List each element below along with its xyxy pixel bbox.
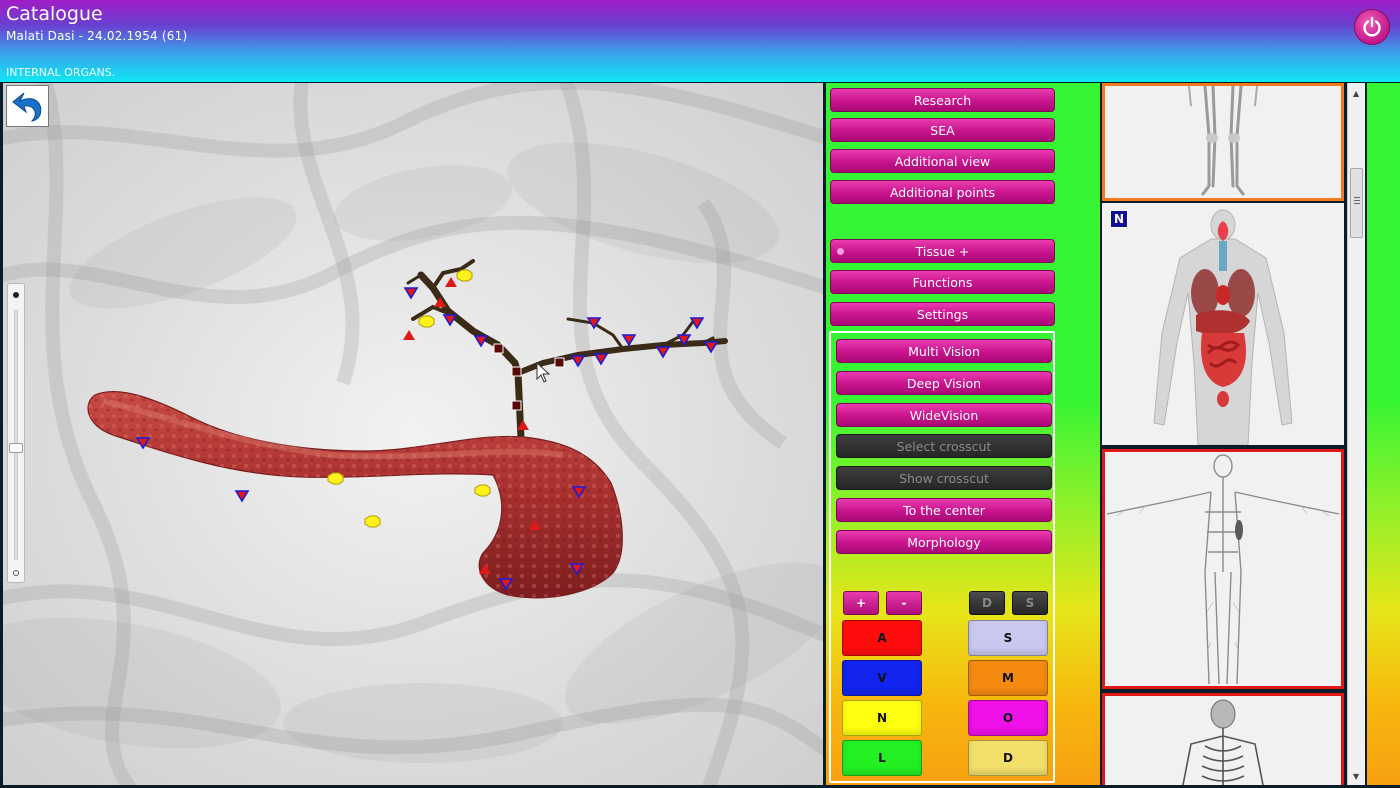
show-crosscut-button[interactable]: Show crosscut [836,466,1052,490]
thumbnail-scrollbar[interactable]: ▲ ▼ [1347,83,1365,785]
color-o-button[interactable]: O [968,700,1048,736]
color-a-button[interactable]: A [842,620,922,656]
undo-button[interactable] [6,85,49,127]
nervous-system-image [1106,454,1340,685]
additional-points-button[interactable]: Additional points [830,180,1055,204]
multi-vision-button[interactable]: Multi Vision [836,339,1052,363]
organ-viewport[interactable] [3,83,823,785]
zoom-slider[interactable] [7,283,25,583]
wide-vision-button[interactable]: WideVision [836,403,1052,427]
morphology-button[interactable]: Morphology [836,530,1052,554]
deep-vision-button[interactable]: Deep Vision [836,371,1052,395]
thumbnail-legs-skeleton[interactable] [1102,83,1344,201]
power-icon [1363,16,1381,37]
scroll-thumb[interactable] [1350,168,1363,238]
to-center-button[interactable]: To the center [836,498,1052,522]
plus-button[interactable]: + [843,591,879,615]
right-gradient-strip [1367,83,1400,785]
scroll-up-arrow-icon[interactable]: ▲ [1353,89,1359,98]
zoom-thumb[interactable] [9,442,23,453]
section-label: INTERNAL ORGANS. [6,66,116,79]
scroll-grip-icon [1354,197,1360,205]
thumbnail-panel: N ▲ ▼ [1100,83,1367,785]
zoom-track [14,310,18,560]
thumbnail-nervous-system[interactable] [1102,449,1344,689]
scroll-down-arrow-icon[interactable]: ▼ [1353,772,1359,781]
s-small-button[interactable]: S [1012,591,1048,615]
duct-tree [406,259,728,442]
tissue-button[interactable]: Tissue + [830,239,1055,263]
tissue-label: Tissue + [915,243,970,259]
sea-button[interactable]: SEA [830,118,1055,142]
additional-view-button[interactable]: Additional view [830,149,1055,173]
thumbnail-upper-skeleton[interactable] [1102,693,1344,785]
hexagon-markers [327,269,491,528]
undo-arrow-icon [11,92,41,122]
color-n-button[interactable]: N [842,700,922,736]
pancreas-model[interactable] [3,83,823,785]
d-small-button[interactable]: D [969,591,1005,615]
color-m-button[interactable]: M [968,660,1048,696]
zoom-out-dot[interactable] [13,570,19,576]
app-header: Catalogue Malati Dasi - 24.02.1954 (61) … [0,0,1400,82]
patient-info: Malati Dasi - 24.02.1954 (61) [6,29,188,43]
tissue-indicator-dot [837,248,844,255]
menu-panel: Research SEA Additional view Additional … [826,83,1100,785]
n-badge: N [1110,210,1128,228]
select-crosscut-button[interactable]: Select crosscut [836,434,1052,458]
color-d-button[interactable]: D [968,740,1048,776]
power-button[interactable] [1354,9,1390,45]
settings-button[interactable]: Settings [830,302,1055,326]
internal-organs-image [1153,209,1293,445]
thumbnail-internal-organs[interactable]: N [1102,203,1344,445]
color-l-button[interactable]: L [842,740,922,776]
app-title: Catalogue [6,3,103,25]
legs-skeleton-image [1188,86,1258,196]
vision-submenu: Multi Vision Deep Vision WideVision Sele… [829,331,1055,783]
research-button[interactable]: Research [830,88,1055,112]
color-v-button[interactable]: V [842,660,922,696]
upper-skeleton-image [1182,699,1264,785]
zoom-in-dot[interactable] [13,292,19,298]
functions-button[interactable]: Functions [830,270,1055,294]
color-s-button[interactable]: S [968,620,1048,656]
minus-button[interactable]: - [886,591,922,615]
